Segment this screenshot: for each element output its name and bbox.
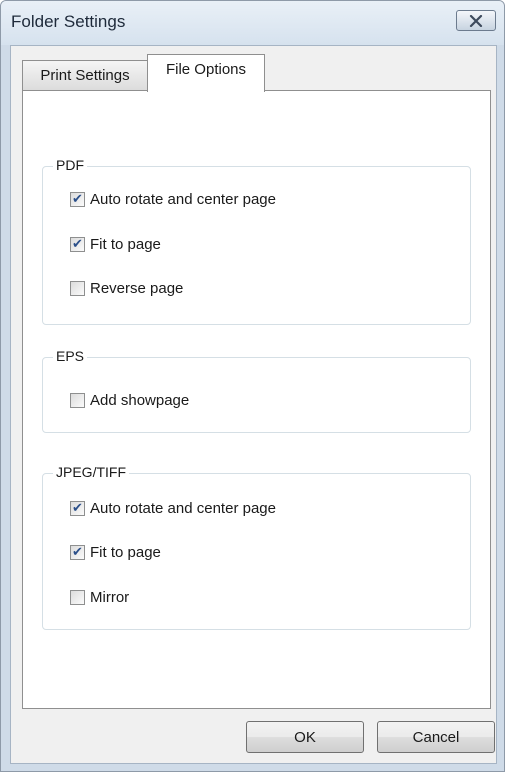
ok-button[interactable]: OK — [246, 721, 364, 753]
pdf-reverse-page-label: Reverse page — [90, 279, 184, 297]
title-bar[interactable]: Folder Settings — [1, 1, 504, 45]
jpeg-fit-to-page-checkbox[interactable]: ✔ — [70, 544, 85, 560]
jpeg-mirror-option[interactable]: Mirror — [70, 587, 129, 607]
cancel-button[interactable]: Cancel — [377, 721, 495, 753]
eps-add-showpage-option[interactable]: Add showpage — [70, 390, 189, 410]
pdf-fit-to-page-option[interactable]: ✔ Fit to page — [70, 234, 161, 254]
eps-add-showpage-checkbox[interactable] — [70, 392, 85, 408]
file-options-panel: PDF ✔ Auto rotate and center page ✔ Fit … — [22, 90, 491, 709]
jpeg-auto-rotate-option[interactable]: ✔ Auto rotate and center page — [70, 498, 276, 518]
jpeg-auto-rotate-label: Auto rotate and center page — [90, 499, 276, 517]
pdf-group-label: PDF — [53, 157, 87, 173]
jpeg-tiff-group-label: JPEG/TIFF — [53, 464, 129, 480]
jpeg-fit-to-page-label: Fit to page — [90, 543, 161, 561]
pdf-auto-rotate-checkbox[interactable]: ✔ — [70, 191, 85, 207]
jpeg-tiff-group: JPEG/TIFF ✔ Auto rotate and center page … — [42, 464, 471, 630]
pdf-auto-rotate-label: Auto rotate and center page — [90, 190, 276, 208]
dialog-body: Print Settings File Options PDF ✔ Auto r… — [10, 45, 497, 764]
dialog-title: Folder Settings — [11, 12, 126, 31]
eps-group-label: EPS — [53, 348, 88, 364]
tab-print-settings[interactable]: Print Settings — [22, 60, 148, 90]
jpeg-mirror-label: Mirror — [90, 588, 130, 606]
jpeg-mirror-checkbox[interactable] — [70, 589, 85, 605]
folder-settings-dialog: Folder Settings Print Settings File Opti… — [0, 0, 505, 772]
jpeg-auto-rotate-checkbox[interactable]: ✔ — [70, 500, 85, 516]
close-icon — [469, 14, 483, 27]
jpeg-fit-to-page-option[interactable]: ✔ Fit to page — [70, 542, 161, 562]
pdf-reverse-page-checkbox[interactable] — [70, 280, 85, 296]
close-button[interactable] — [456, 10, 496, 31]
tab-file-options[interactable]: File Options — [147, 54, 265, 92]
pdf-fit-to-page-label: Fit to page — [90, 235, 161, 253]
pdf-fit-to-page-checkbox[interactable]: ✔ — [70, 236, 85, 252]
eps-group: EPS Add showpage — [42, 348, 471, 433]
pdf-reverse-page-option[interactable]: Reverse page — [70, 278, 183, 298]
eps-add-showpage-label: Add showpage — [90, 391, 190, 409]
pdf-group: PDF ✔ Auto rotate and center page ✔ Fit … — [42, 157, 471, 325]
pdf-auto-rotate-option[interactable]: ✔ Auto rotate and center page — [70, 189, 276, 209]
